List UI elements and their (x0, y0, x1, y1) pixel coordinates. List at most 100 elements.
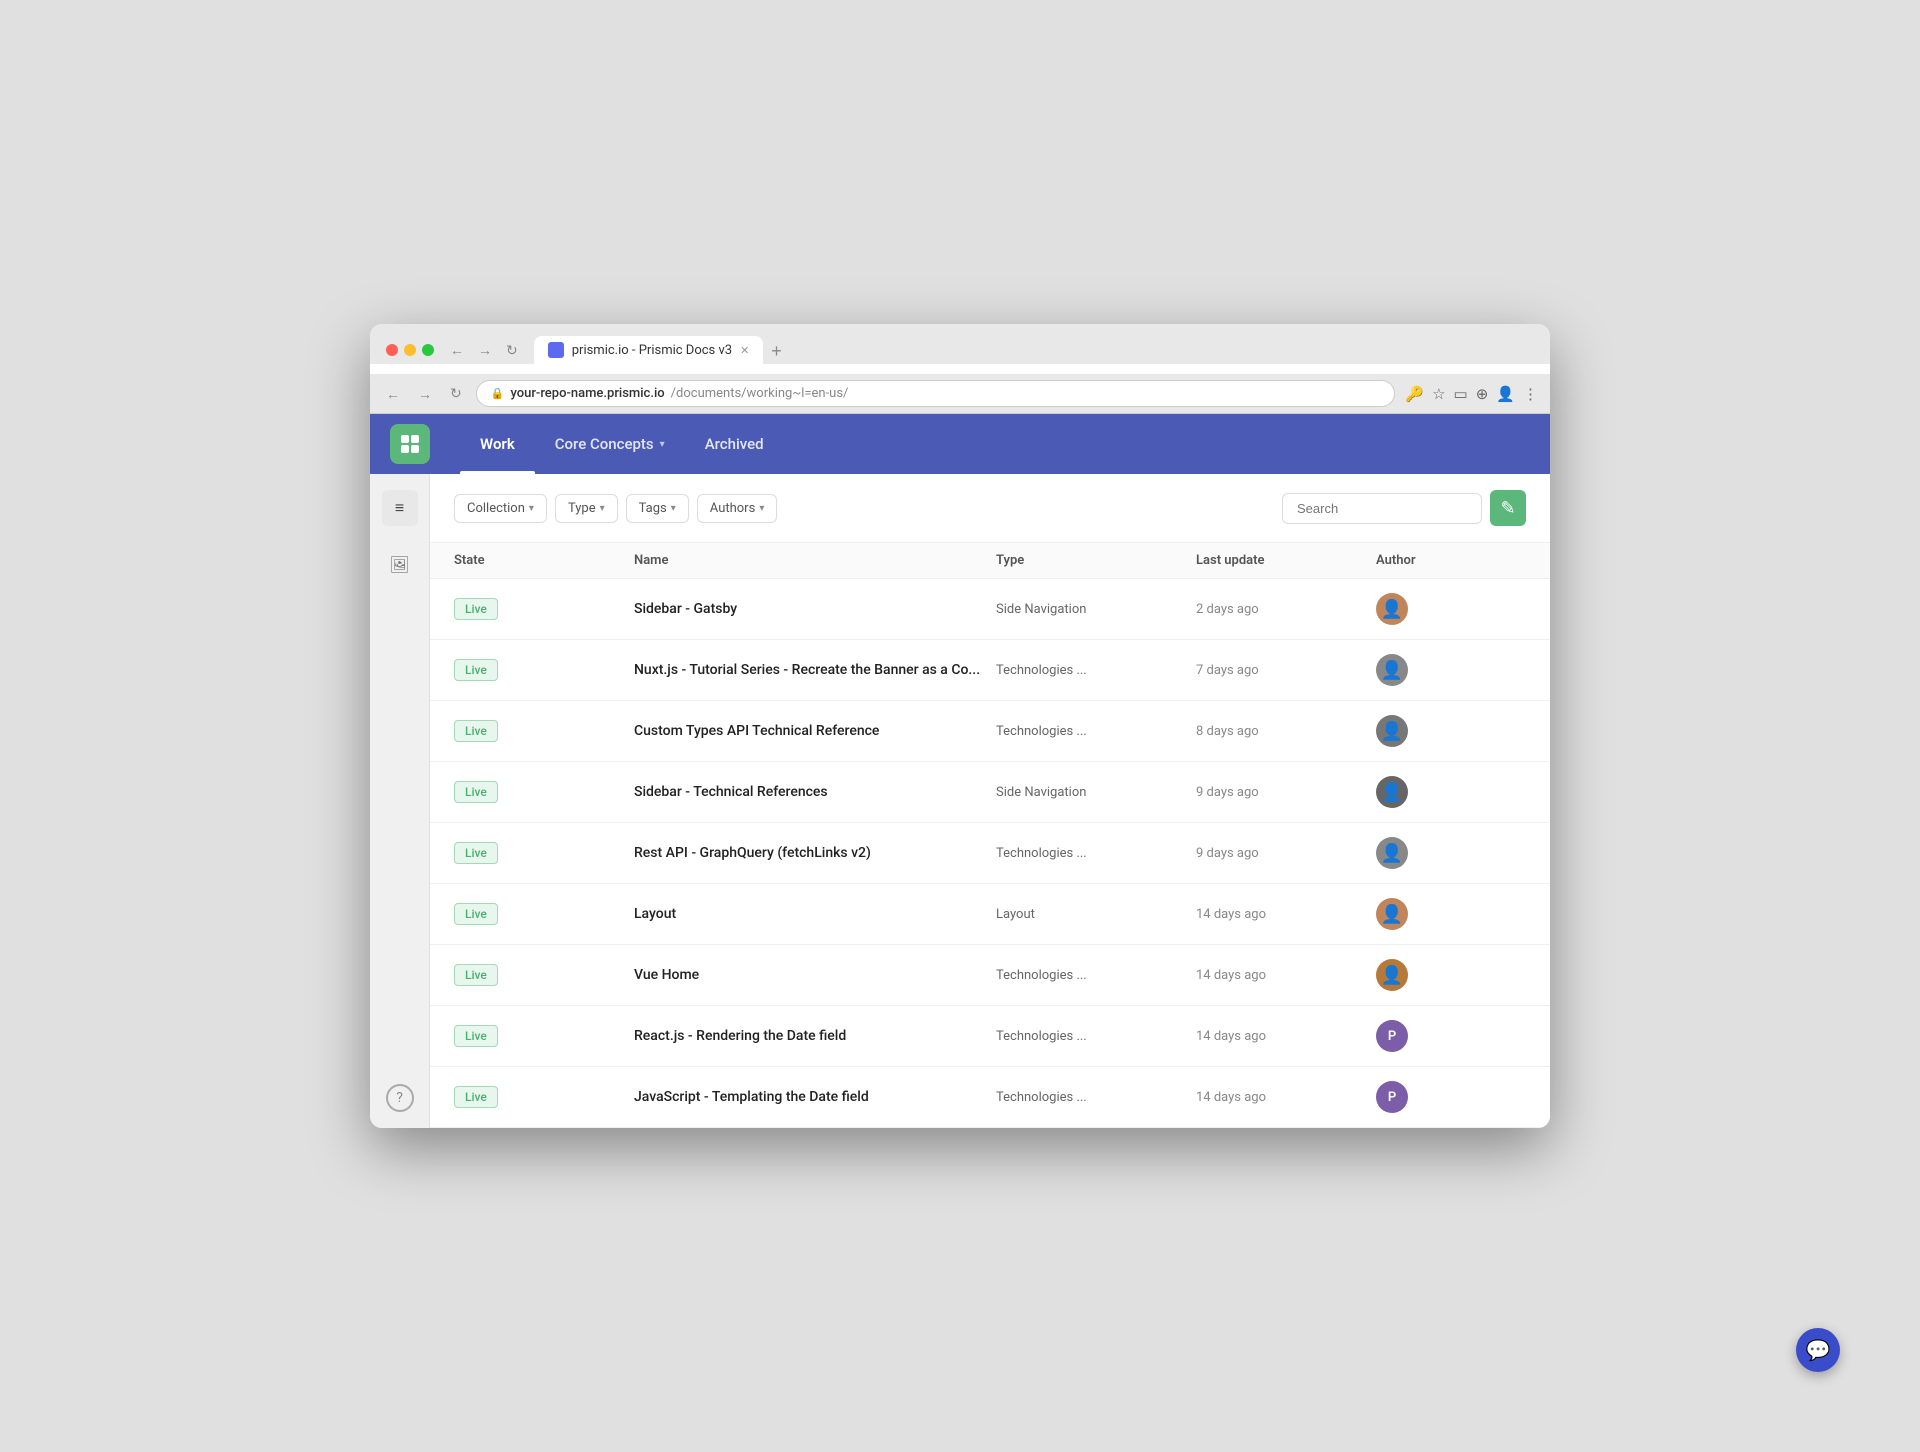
table-row[interactable]: Live Vue Home Technologies ... 14 days a… (430, 945, 1550, 1006)
live-badge: Live (454, 1025, 498, 1047)
type-chevron-icon: ▾ (600, 503, 605, 514)
row-author: 👤 (1376, 593, 1526, 625)
live-badge: Live (454, 842, 498, 864)
col-type: Type (996, 553, 1196, 568)
author-avatar: P (1376, 1020, 1408, 1052)
row-name: Sidebar - Gatsby (634, 601, 996, 617)
docs-icon: ≡ (395, 498, 404, 518)
forward-nav-button[interactable]: → (414, 384, 436, 404)
author-avatar: 👤 (1376, 959, 1408, 991)
nav-item-work[interactable]: Work (460, 414, 535, 474)
fullscreen-button[interactable] (422, 344, 434, 356)
row-state: Live (454, 1086, 634, 1108)
table-row[interactable]: Live Layout Layout 14 days ago 👤 (430, 884, 1550, 945)
author-avatar: 👤 (1376, 593, 1408, 625)
row-state: Live (454, 903, 634, 925)
row-type: Technologies ... (996, 663, 1196, 678)
row-type: Technologies ... (996, 968, 1196, 983)
tab-close-icon[interactable]: ✕ (740, 344, 749, 357)
close-button[interactable] (386, 344, 398, 356)
live-badge: Live (454, 720, 498, 742)
table-row[interactable]: Live Nuxt.js - Tutorial Series - Recreat… (430, 640, 1550, 701)
table-row[interactable]: Live React.js - Rendering the Date field… (430, 1006, 1550, 1067)
extensions-icon[interactable]: ⊕ (1476, 385, 1489, 403)
browser-tab[interactable]: prismic.io - Prismic Docs v3 ✕ (534, 336, 764, 364)
new-tab-button[interactable]: + (763, 341, 790, 362)
table-header: State Name Type Last update Author (430, 543, 1550, 579)
media-icon: 🖼 (389, 555, 409, 574)
tags-filter[interactable]: Tags ▾ (626, 494, 689, 523)
row-type: Side Navigation (996, 602, 1196, 617)
row-type: Technologies ... (996, 724, 1196, 739)
collection-filter[interactable]: Collection ▾ (454, 494, 547, 523)
row-state: Live (454, 720, 634, 742)
row-state: Live (454, 964, 634, 986)
minimize-button[interactable] (404, 344, 416, 356)
sidebar: ≡ 🖼 ? (370, 474, 430, 1128)
tags-chevron-icon: ▾ (671, 503, 676, 514)
row-author: 👤 (1376, 654, 1526, 686)
url-path: /documents/working~l=en-us/ (671, 386, 849, 401)
live-badge: Live (454, 1086, 498, 1108)
row-type: Technologies ... (996, 1090, 1196, 1105)
nav-item-core-concepts[interactable]: Core Concepts ▾ (535, 414, 685, 474)
row-type: Side Navigation (996, 785, 1196, 800)
forward-button[interactable]: → (474, 340, 496, 360)
collection-chevron-icon: ▾ (529, 503, 534, 514)
row-type: Technologies ... (996, 846, 1196, 861)
back-nav-button[interactable]: ← (382, 384, 404, 404)
cast-icon[interactable]: ▭ (1454, 385, 1468, 403)
authors-chevron-icon: ▾ (759, 503, 764, 514)
row-author: 👤 (1376, 837, 1526, 869)
url-domain: your-repo-name.prismic.io (510, 386, 664, 401)
search-input[interactable] (1282, 493, 1482, 524)
row-date: 9 days ago (1196, 846, 1376, 861)
chat-fab-button[interactable]: 💬 (1796, 1328, 1840, 1372)
back-button[interactable]: ← (446, 340, 468, 360)
new-doc-button[interactable]: ✎ (1490, 490, 1526, 526)
help-icon[interactable]: ? (386, 1084, 414, 1112)
address-bar[interactable]: 🔒 your-repo-name.prismic.io /documents/w… (476, 380, 1396, 407)
row-author: 👤 (1376, 776, 1526, 808)
row-author: 👤 (1376, 898, 1526, 930)
profile-icon[interactable]: 👤 (1496, 385, 1515, 403)
author-avatar: 👤 (1376, 898, 1408, 930)
reload-button[interactable]: ↻ (502, 340, 522, 361)
table-row[interactable]: Live Rest API - GraphQuery (fetchLinks v… (430, 823, 1550, 884)
authors-filter[interactable]: Authors ▾ (697, 494, 778, 523)
nav-item-archived[interactable]: Archived (685, 414, 784, 474)
address-bar-row: ← → ↻ 🔒 your-repo-name.prismic.io /docum… (370, 374, 1550, 414)
key-icon: 🔑 (1405, 385, 1424, 403)
tab-title: prismic.io - Prismic Docs v3 (572, 343, 732, 358)
type-filter[interactable]: Type ▾ (555, 494, 618, 523)
table-row[interactable]: Live Sidebar - Technical References Side… (430, 762, 1550, 823)
row-author: 👤 (1376, 959, 1526, 991)
col-state: State (454, 553, 634, 568)
row-date: 14 days ago (1196, 1029, 1376, 1044)
doc-table: State Name Type Last update Author Live … (430, 543, 1550, 1128)
sidebar-icon-docs[interactable]: ≡ (382, 490, 418, 526)
row-date: 7 days ago (1196, 663, 1376, 678)
live-badge: Live (454, 964, 498, 986)
row-name: Rest API - GraphQuery (fetchLinks v2) (634, 845, 996, 861)
col-name: Name (634, 553, 996, 568)
chevron-down-icon: ▾ (660, 439, 665, 450)
table-row[interactable]: Live JavaScript - Templating the Date fi… (430, 1067, 1550, 1128)
row-date: 9 days ago (1196, 785, 1376, 800)
row-type: Layout (996, 907, 1196, 922)
live-badge: Live (454, 598, 498, 620)
row-date: 14 days ago (1196, 907, 1376, 922)
reload-nav-button[interactable]: ↻ (446, 383, 466, 404)
app-logo[interactable] (390, 424, 430, 464)
row-author: P (1376, 1081, 1526, 1113)
bookmark-icon[interactable]: ☆ (1432, 385, 1445, 403)
row-name: React.js - Rendering the Date field (634, 1028, 996, 1044)
pencil-icon: ✎ (1500, 498, 1515, 519)
row-date: 8 days ago (1196, 724, 1376, 739)
table-row[interactable]: Live Sidebar - Gatsby Side Navigation 2 … (430, 579, 1550, 640)
menu-icon[interactable]: ⋮ (1523, 385, 1538, 403)
author-avatar: 👤 (1376, 776, 1408, 808)
table-row[interactable]: Live Custom Types API Technical Referenc… (430, 701, 1550, 762)
table-body: Live Sidebar - Gatsby Side Navigation 2 … (430, 579, 1550, 1128)
sidebar-icon-media[interactable]: 🖼 (382, 546, 418, 582)
